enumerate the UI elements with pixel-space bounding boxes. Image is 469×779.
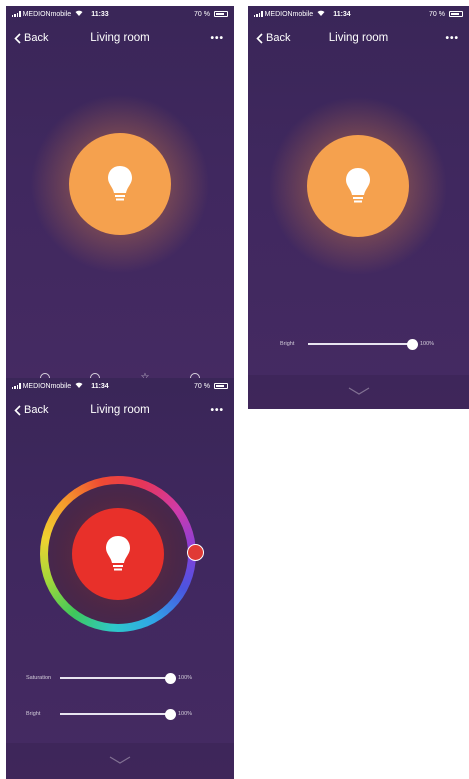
chevron-down-icon[interactable] xyxy=(109,756,131,764)
bright-slider-row: Bright 100% xyxy=(26,708,193,720)
signal-icon xyxy=(12,383,21,389)
battery-percent: 70 % xyxy=(429,10,445,18)
wifi-icon xyxy=(75,382,83,390)
bright-value: 100% xyxy=(420,341,435,347)
more-dots-icon[interactable]: ••• xyxy=(445,33,459,44)
bright-slider[interactable] xyxy=(60,708,176,720)
chevron-down-icon[interactable] xyxy=(348,387,370,395)
status-time: 11:34 xyxy=(91,382,109,390)
back-chevron-icon xyxy=(256,32,263,44)
wifi-icon xyxy=(317,10,325,18)
bright-slider[interactable] xyxy=(308,338,418,350)
status-bar: MEDIONmobile 11:34 70 % xyxy=(6,380,234,392)
bulb-icon xyxy=(346,168,370,203)
back-button[interactable]: Back xyxy=(14,32,48,44)
bright-slider-thumb[interactable] xyxy=(164,708,176,720)
signal-icon xyxy=(254,11,263,17)
carrier-name: MEDIONmobile xyxy=(22,382,72,390)
color-ring-handle[interactable] xyxy=(187,544,204,561)
saturation-value: 100% xyxy=(178,675,193,681)
bulb-icon xyxy=(106,536,130,571)
nav-bar: Back Living room ••• xyxy=(248,26,469,50)
status-time: 11:34 xyxy=(333,10,351,18)
status-bar: MEDIONmobile 11:34 70 % xyxy=(248,8,469,20)
bright-slider-thumb[interactable] xyxy=(406,338,418,350)
wifi-icon xyxy=(75,10,83,18)
screen-color-view: MEDIONmobile 11:34 70 % Back Living room… xyxy=(6,378,234,779)
more-dots-icon[interactable]: ••• xyxy=(210,405,224,416)
status-time: 11:33 xyxy=(91,10,109,18)
bright-label: Bright xyxy=(26,711,41,717)
saturation-label: Saturation xyxy=(26,675,52,681)
saturation-slider[interactable] xyxy=(60,672,176,684)
bulb-toggle-button[interactable] xyxy=(307,135,409,237)
bulb-toggle-button[interactable] xyxy=(69,133,171,235)
carrier-name: MEDIONmobile xyxy=(264,10,314,18)
battery-icon xyxy=(214,11,228,17)
battery-percent: 70 % xyxy=(194,382,210,390)
bright-value: 100% xyxy=(178,711,193,717)
signal-icon xyxy=(12,11,21,17)
back-label: Back xyxy=(24,404,49,416)
more-dots-icon[interactable]: ••• xyxy=(210,33,224,44)
bright-label: Bright xyxy=(280,341,295,347)
nav-bar: Back Living room ••• xyxy=(6,26,234,50)
back-label: Back xyxy=(266,32,291,44)
back-chevron-icon xyxy=(14,32,21,44)
battery-icon xyxy=(449,11,463,17)
back-chevron-icon xyxy=(14,404,21,416)
screen-power-view: MEDIONmobile 11:33 70 % Back Living room… xyxy=(6,6,234,380)
back-button[interactable]: Back xyxy=(256,32,290,44)
back-button[interactable]: Back xyxy=(14,404,48,416)
battery-icon xyxy=(214,383,228,389)
bulb-icon xyxy=(108,166,132,201)
bright-slider-row: Bright 100% xyxy=(280,338,435,350)
saturation-slider-row: Saturation 100% xyxy=(26,672,193,684)
saturation-slider-thumb[interactable] xyxy=(164,672,176,684)
bulb-toggle-button[interactable] xyxy=(72,508,164,600)
status-bar: MEDIONmobile 11:33 70 % xyxy=(6,8,234,20)
nav-bar: Back Living room ••• xyxy=(6,398,234,422)
carrier-name: MEDIONmobile xyxy=(22,10,72,18)
back-label: Back xyxy=(24,32,49,44)
screen-brightness-view: MEDIONmobile 11:34 70 % Back Living room… xyxy=(248,6,469,409)
battery-percent: 70 % xyxy=(194,10,210,18)
